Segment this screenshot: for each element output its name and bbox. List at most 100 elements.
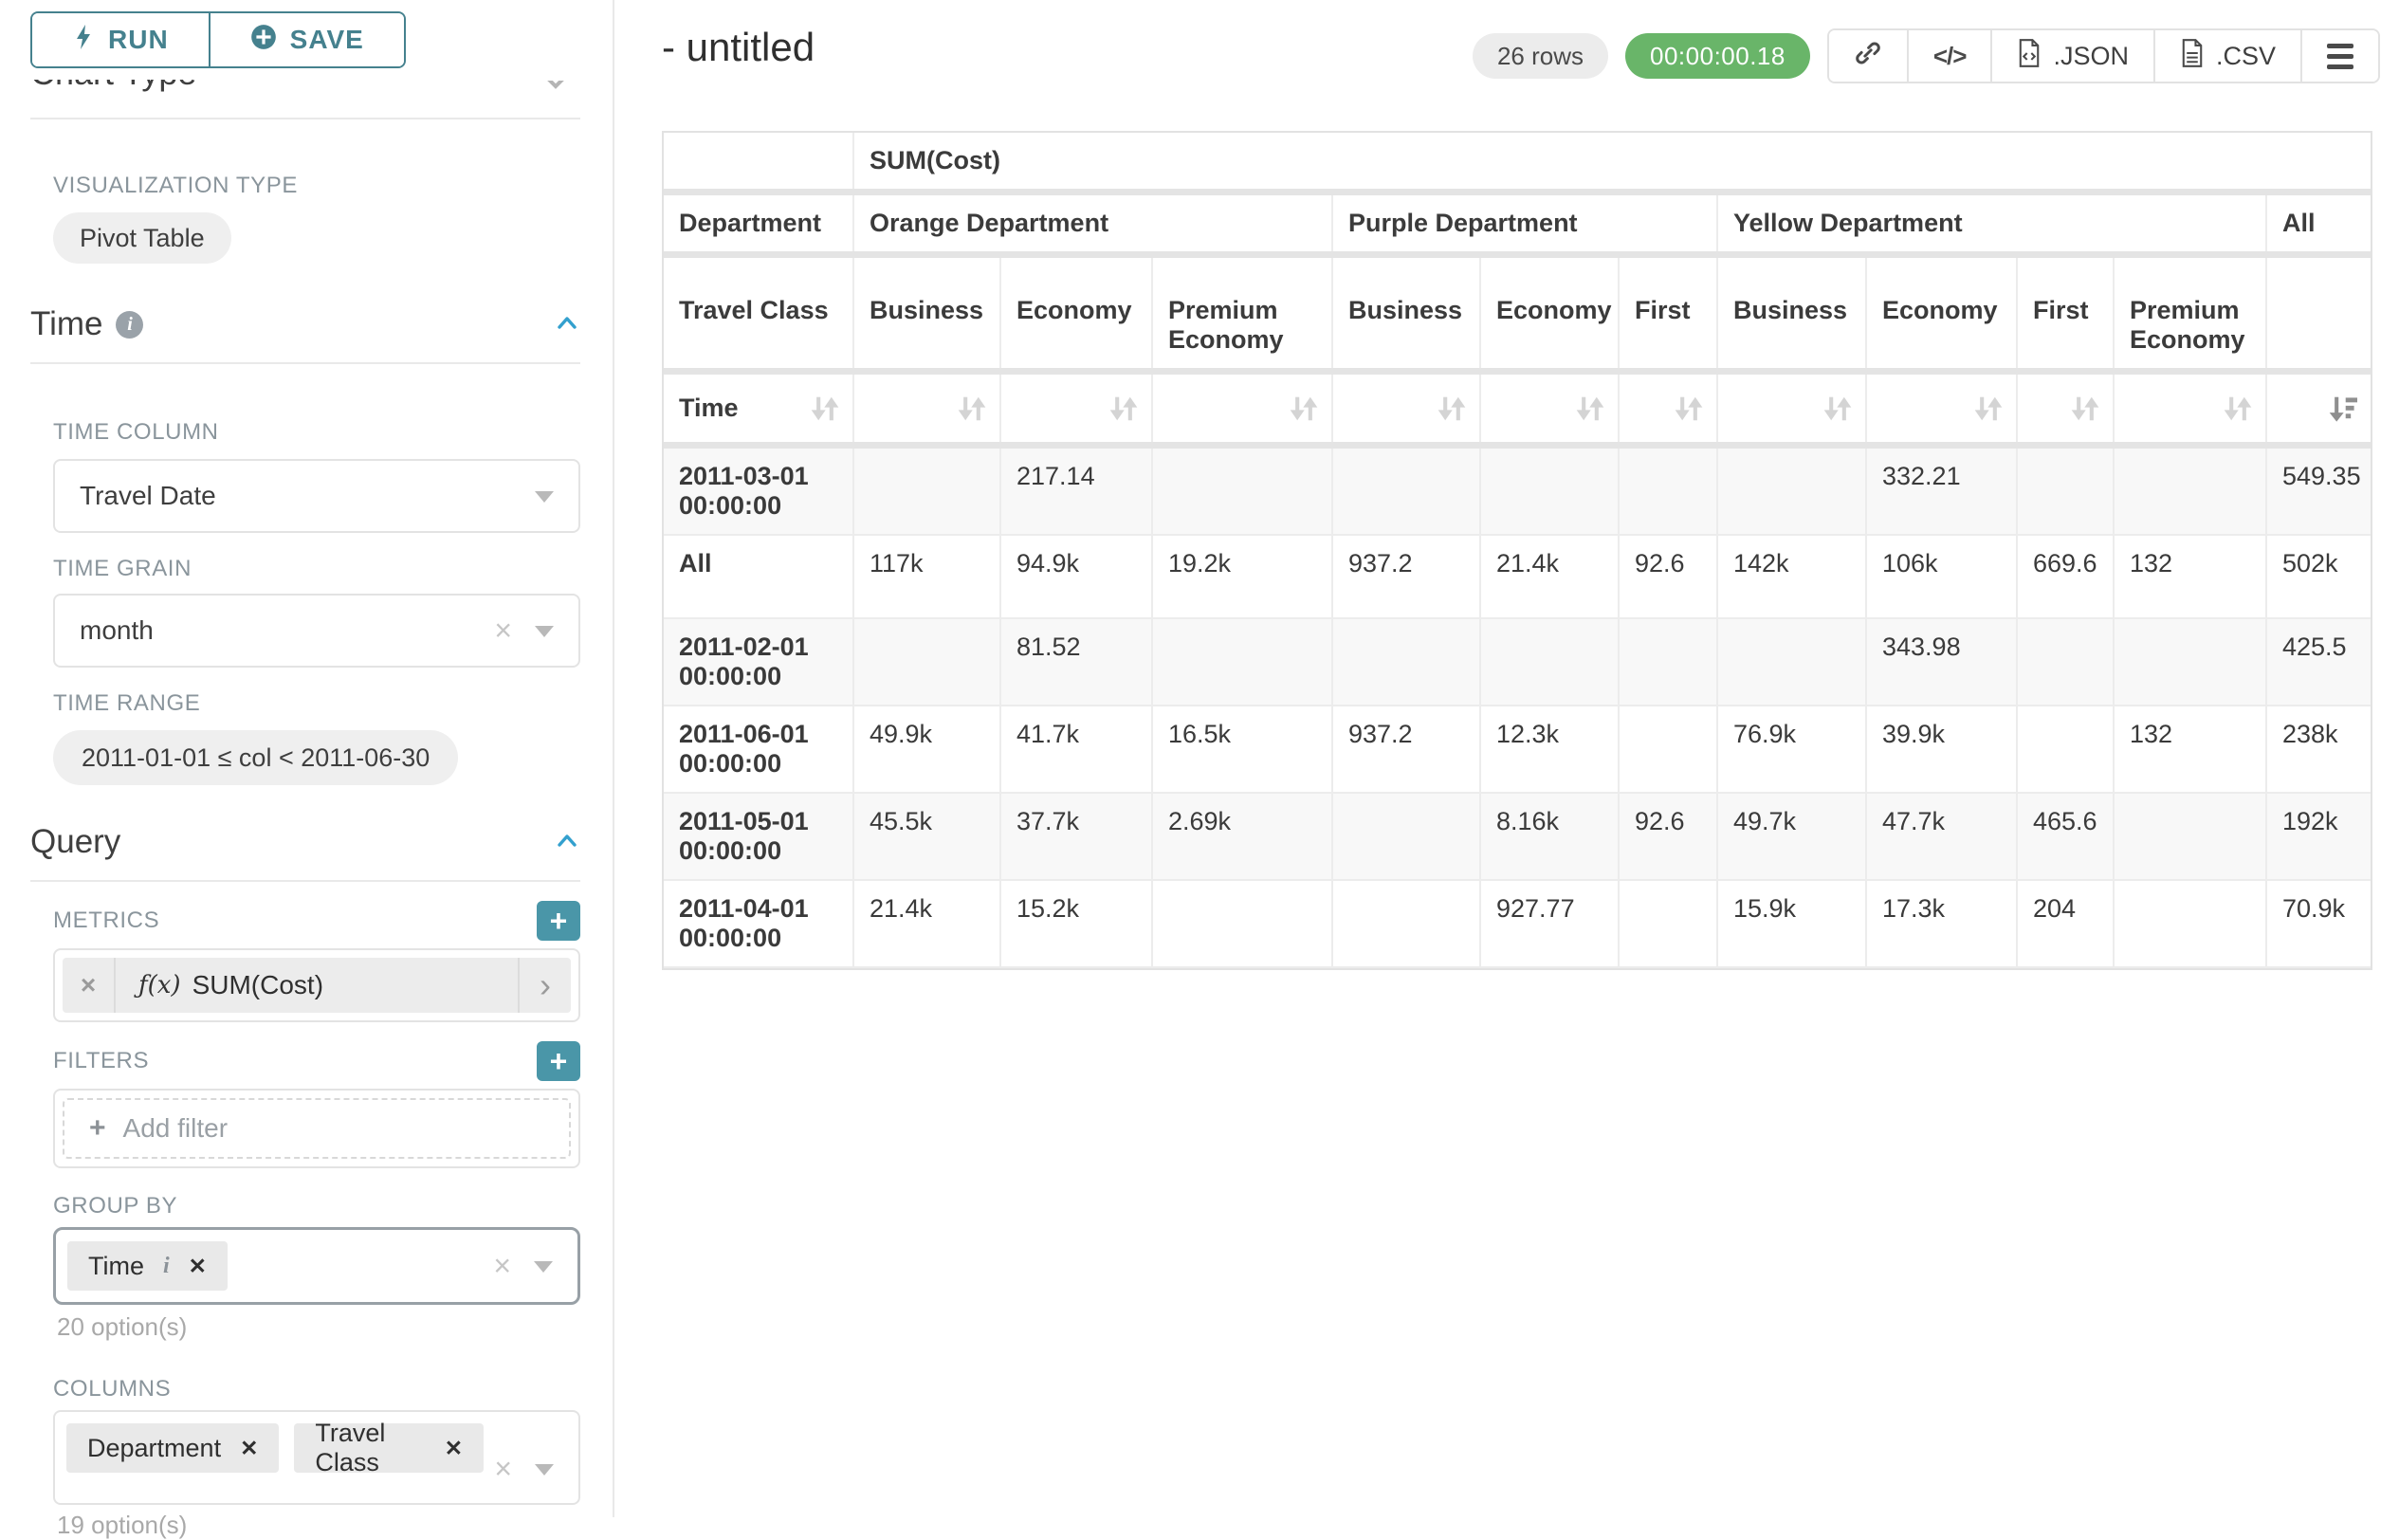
clear-icon[interactable]: × xyxy=(494,614,512,649)
group-by-tag[interactable]: Time i ✕ xyxy=(67,1241,228,1291)
row-label: All xyxy=(664,535,853,618)
columns-tag[interactable]: Travel Class ✕ xyxy=(294,1423,484,1473)
section-divider xyxy=(30,880,580,882)
group-by-select[interactable]: Time i ✕ × xyxy=(53,1227,580,1305)
time-grain-value: month xyxy=(80,615,154,646)
time-range-pill[interactable]: 2011-01-01 ≤ col < 2011-06-30 xyxy=(53,730,458,785)
time-column-select[interactable]: Travel Date xyxy=(53,459,580,533)
collapse-chevron-icon[interactable] xyxy=(554,831,580,854)
save-button[interactable]: SAVE xyxy=(209,13,404,66)
function-icon: ƒ(x) xyxy=(138,971,181,999)
columns-tag[interactable]: Department ✕ xyxy=(66,1423,279,1473)
menu-button[interactable] xyxy=(2300,30,2378,82)
value-cell: 343.98 xyxy=(1866,618,2017,706)
add-metric-button[interactable]: + xyxy=(537,901,580,941)
time-sort-header[interactable]: Time xyxy=(664,372,853,446)
group-by-options-note: 20 option(s) xyxy=(57,1312,580,1342)
sort-icon xyxy=(811,394,839,423)
clear-icon[interactable]: × xyxy=(493,1249,511,1284)
value-cell: 217.14 xyxy=(1000,446,1152,536)
time-axis-label: Time xyxy=(679,394,739,422)
time-column-label: TIME COLUMN xyxy=(53,419,580,446)
travel-class-axis-label: Travel Class xyxy=(664,255,853,372)
run-button[interactable]: RUN xyxy=(32,13,209,66)
value-cell: 332.21 xyxy=(1866,446,2017,536)
sort-icon xyxy=(1974,394,2003,423)
sort-icon xyxy=(1438,394,1466,423)
time-section-header: Time i xyxy=(30,305,580,343)
json-button-label: .JSON xyxy=(2053,42,2129,71)
collapse-chevron-icon[interactable] xyxy=(554,313,580,337)
metric-header-cell: SUM(Cost) xyxy=(853,133,2371,192)
value-cell xyxy=(1152,446,1332,536)
value-cell xyxy=(1152,618,1332,706)
value-cell xyxy=(2017,706,2114,793)
export-csv-button[interactable]: .CSV xyxy=(2153,30,2300,82)
column-sort-header[interactable] xyxy=(1152,372,1332,446)
value-cell: 70.9k xyxy=(2266,880,2371,967)
column-sort-header[interactable] xyxy=(1866,372,2017,446)
share-link-button[interactable] xyxy=(1829,30,1907,82)
chevron-down-icon xyxy=(535,491,554,503)
value-cell: 92.6 xyxy=(1619,535,1717,618)
value-cell xyxy=(1152,880,1332,967)
column-sort-header[interactable] xyxy=(1717,372,1866,446)
remove-metric-icon[interactable]: × xyxy=(63,958,116,1013)
column-sort-header[interactable] xyxy=(1619,372,1717,446)
value-cell: 142k xyxy=(1717,535,1866,618)
class-header: Premium Economy xyxy=(2114,255,2266,372)
value-cell: 117k xyxy=(853,535,1000,618)
value-cell xyxy=(1480,618,1619,706)
column-sort-header[interactable] xyxy=(2017,372,2114,446)
file-json-icon xyxy=(2017,39,2042,74)
view-query-button[interactable]: </> xyxy=(1907,30,1991,82)
column-sort-header[interactable] xyxy=(2114,372,2266,446)
chart-header: - untitled 26 rows 00:00:00.18 </> xyxy=(616,0,2399,83)
value-cell xyxy=(1619,706,1717,793)
chevron-right-icon[interactable]: › xyxy=(518,958,571,1013)
value-cell: 2.69k xyxy=(1152,793,1332,880)
value-cell xyxy=(2114,880,2266,967)
run-save-button-group: RUN SAVE xyxy=(30,11,406,68)
hamburger-icon xyxy=(2327,44,2353,69)
value-cell: 204 xyxy=(2017,880,2114,967)
add-filter-plus-button[interactable]: + xyxy=(537,1041,580,1081)
remove-tag-icon[interactable]: ✕ xyxy=(240,1436,258,1461)
time-grain-select[interactable]: month × xyxy=(53,594,580,668)
remove-tag-icon[interactable]: ✕ xyxy=(189,1254,207,1279)
remove-tag-icon[interactable]: ✕ xyxy=(445,1436,463,1461)
value-cell xyxy=(2114,618,2266,706)
column-sort-header[interactable] xyxy=(1000,372,1152,446)
column-sort-header[interactable] xyxy=(1332,372,1480,446)
value-cell: 19.2k xyxy=(1152,535,1332,618)
time-column-value: Travel Date xyxy=(80,481,216,511)
column-sort-header-active-desc[interactable] xyxy=(2266,372,2371,446)
chevron-down-icon xyxy=(535,1464,554,1476)
value-cell xyxy=(2114,446,2266,536)
sort-icon xyxy=(2071,394,2099,423)
clear-icon[interactable]: × xyxy=(494,1451,512,1486)
column-sort-header[interactable] xyxy=(853,372,1000,446)
class-header: Economy xyxy=(1000,255,1152,372)
department-header-row: Department Orange Department Purple Depa… xyxy=(664,192,2371,255)
department-group-header: Orange Department xyxy=(853,192,1332,255)
value-cell: 937.2 xyxy=(1332,535,1480,618)
visualization-type-pill[interactable]: Pivot Table xyxy=(53,212,231,264)
query-section-header: Query xyxy=(30,823,580,861)
columns-select[interactable]: Department ✕ Travel Class ✕ × xyxy=(53,1410,580,1505)
csv-button-label: .CSV xyxy=(2216,42,2276,71)
lightning-icon xyxy=(72,24,95,57)
value-cell: 16.5k xyxy=(1152,706,1332,793)
value-cell: 465.6 xyxy=(2017,793,2114,880)
value-cell: 21.4k xyxy=(1480,535,1619,618)
metric-pill[interactable]: × ƒ(x) SUM(Cost) › xyxy=(63,958,571,1013)
column-sort-header[interactable] xyxy=(1480,372,1619,446)
value-cell: 425.5 xyxy=(2266,618,2371,706)
value-cell: 927.77 xyxy=(1480,880,1619,967)
value-cell xyxy=(1332,793,1480,880)
value-cell xyxy=(1619,446,1717,536)
export-json-button[interactable]: .JSON xyxy=(1990,30,2153,82)
corner-cell xyxy=(664,133,853,192)
add-filter-button[interactable]: + Add filter xyxy=(63,1098,571,1159)
chart-title: - untitled xyxy=(662,25,815,70)
